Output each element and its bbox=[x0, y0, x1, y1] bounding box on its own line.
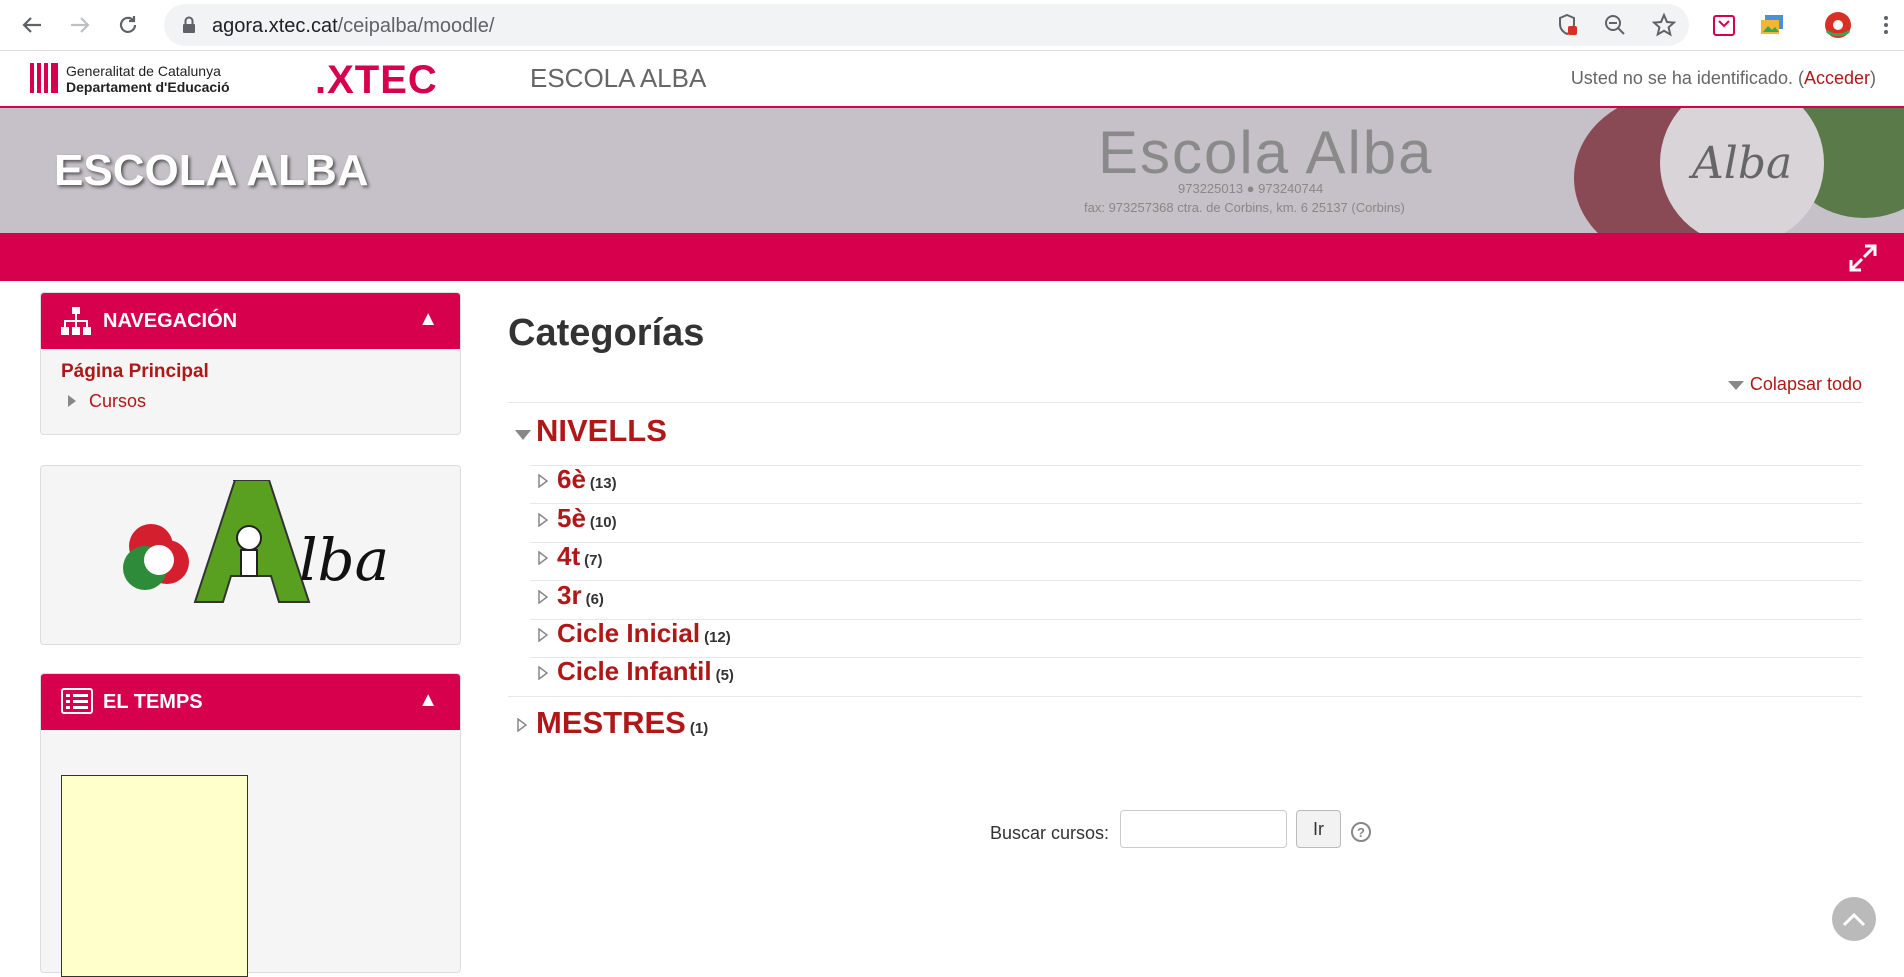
subcategory-expand-icon[interactable] bbox=[538, 473, 549, 493]
browser-toolbar: agora.xtec.cat/ceipalba/moodle/ bbox=[0, 0, 1904, 51]
subcategory-item[interactable]: Cicle Infantil (5) bbox=[557, 656, 734, 687]
subcategory-item[interactable]: 5è (10) bbox=[557, 503, 617, 534]
list-icon bbox=[61, 688, 93, 719]
chevron-up-icon bbox=[1842, 912, 1866, 927]
url-domain: agora.xtec.cat bbox=[212, 15, 338, 37]
course-count: (5) bbox=[715, 667, 734, 684]
weather-widget bbox=[61, 775, 248, 977]
category-name[interactable]: MESTRES bbox=[536, 705, 686, 740]
bookmark-star-icon[interactable] bbox=[1651, 12, 1677, 42]
subcategory-expand-icon[interactable] bbox=[538, 627, 549, 647]
login-link[interactable]: Acceder bbox=[1804, 68, 1870, 88]
login-close: ) bbox=[1870, 68, 1876, 88]
navigation-header[interactable]: NAVEGACIÓN ▲ bbox=[41, 293, 460, 349]
category-nivells[interactable]: NIVELLS bbox=[536, 413, 667, 449]
collapse-arrow-icon bbox=[1727, 380, 1744, 390]
help-icon[interactable]: ? bbox=[1351, 822, 1371, 842]
subcategory-expand-icon[interactable] bbox=[538, 550, 549, 570]
school-logo-block: lba bbox=[40, 465, 461, 645]
subcategory-item[interactable]: 6è (13) bbox=[557, 464, 617, 495]
gencat-line2: Departament d'Educació bbox=[66, 79, 230, 95]
header-red-bar bbox=[0, 233, 1904, 281]
banner-title: ESCOLA ALBA bbox=[54, 146, 369, 195]
collapse-all-label: Colapsar todo bbox=[1749, 374, 1862, 394]
course-count: (7) bbox=[584, 552, 603, 569]
navigation-toggle-icon[interactable]: ▲ bbox=[418, 308, 438, 331]
divider bbox=[530, 503, 1862, 504]
xtec-logo[interactable]: .XTEC bbox=[315, 58, 438, 103]
category-mestres[interactable]: MESTRES (1) bbox=[536, 705, 708, 741]
subcategory-expand-icon[interactable] bbox=[538, 665, 549, 685]
subcategory-expand-icon[interactable] bbox=[538, 512, 549, 532]
zoom-out-icon[interactable] bbox=[1604, 14, 1626, 41]
sitemap-icon bbox=[61, 307, 91, 340]
subcategory-name[interactable]: 4t bbox=[557, 541, 580, 571]
weather-block: EL TEMPS ▲ bbox=[40, 673, 461, 977]
login-info: Usted no se ha identificado. (Acceder) bbox=[1571, 68, 1876, 89]
navigation-title: NAVEGACIÓN bbox=[103, 310, 238, 332]
course-count: (12) bbox=[704, 629, 731, 646]
divider bbox=[508, 696, 1862, 697]
browser-menu-icon[interactable] bbox=[1872, 11, 1900, 39]
url-text: agora.xtec.cat/ceipalba/moodle/ bbox=[212, 15, 494, 38]
forward-icon[interactable] bbox=[66, 11, 94, 39]
divider bbox=[530, 465, 1862, 466]
subcategory-item[interactable]: 3r (6) bbox=[557, 580, 604, 611]
profile-avatar-icon[interactable] bbox=[1824, 11, 1852, 39]
course-search-input[interactable] bbox=[1120, 810, 1287, 848]
login-text: Usted no se ha identificado. ( bbox=[1570, 68, 1804, 88]
divider bbox=[508, 402, 1862, 403]
collapse-all-link[interactable]: Colapsar todo bbox=[1727, 374, 1862, 395]
weather-title: EL TEMPS bbox=[103, 691, 203, 713]
extension-photos-icon[interactable] bbox=[1758, 11, 1786, 39]
weather-toggle-icon[interactable]: ▲ bbox=[418, 689, 438, 712]
banner-phone: 973225013 ● 973240744 bbox=[1178, 181, 1324, 196]
back-icon[interactable] bbox=[18, 11, 46, 39]
courses-expand-icon[interactable] bbox=[67, 394, 77, 413]
fullscreen-expand-icon[interactable] bbox=[1848, 243, 1878, 278]
divider bbox=[530, 542, 1862, 543]
back-to-top-button[interactable] bbox=[1832, 897, 1876, 941]
course-count: (13) bbox=[589, 475, 617, 492]
alba-logo-text: lba bbox=[299, 526, 390, 594]
tracking-blocked-icon[interactable] bbox=[1558, 13, 1578, 41]
lock-icon bbox=[182, 16, 196, 39]
subcategory-item[interactable]: 4t (7) bbox=[557, 541, 602, 572]
subcategory-name[interactable]: Cicle Infantil bbox=[557, 656, 712, 686]
subcategory-name[interactable]: 6è bbox=[557, 464, 586, 494]
category-name[interactable]: NIVELLS bbox=[536, 413, 667, 448]
banner-address: fax: 973257368 ctra. de Corbins, km. 6 2… bbox=[1084, 200, 1405, 215]
weather-header[interactable]: EL TEMPS ▲ bbox=[41, 674, 460, 730]
gencat-shield-icon bbox=[30, 63, 58, 93]
reload-icon[interactable] bbox=[114, 11, 142, 39]
gencat-logo[interactable]: Generalitat de Catalunya Departament d'E… bbox=[30, 63, 260, 97]
url-path: /ceipalba/moodle/ bbox=[337, 15, 495, 37]
address-bar[interactable]: agora.xtec.cat/ceipalba/moodle/ bbox=[164, 4, 1689, 46]
nav-courses-link[interactable]: Cursos bbox=[89, 391, 146, 412]
banner-badge-text: Alba bbox=[1692, 138, 1793, 189]
course-count: (1) bbox=[689, 720, 709, 737]
search-label: Buscar cursos: bbox=[990, 823, 1110, 843]
course-count: (10) bbox=[589, 514, 617, 531]
category-expanded-icon[interactable] bbox=[515, 427, 531, 445]
subcategory-name[interactable]: 3r bbox=[557, 580, 582, 610]
subcategory-name[interactable]: 5è bbox=[557, 503, 586, 533]
subcategory-expand-icon[interactable] bbox=[538, 589, 549, 609]
site-name[interactable]: ESCOLA ALBA bbox=[530, 63, 706, 94]
extension-save-icon[interactable] bbox=[1710, 11, 1738, 39]
category-collapsed-icon[interactable] bbox=[517, 717, 528, 737]
divider bbox=[530, 580, 1862, 581]
subcategory-item[interactable]: Cicle Inicial (12) bbox=[557, 618, 731, 649]
banner-logo-text: Escola Alba bbox=[1098, 119, 1434, 186]
subcategory-name[interactable]: Cicle Inicial bbox=[557, 618, 700, 648]
site-banner: ESCOLA ALBA Escola Alba 973225013 ● 9732… bbox=[0, 108, 1904, 233]
nav-home-link[interactable]: Página Principal bbox=[61, 361, 209, 383]
navigation-block: NAVEGACIÓN ▲ Página Principal Cursos bbox=[40, 292, 461, 435]
gencat-line1: Generalitat de Catalunya bbox=[66, 63, 221, 79]
page-title: Categorías bbox=[508, 312, 705, 354]
course-count: (6) bbox=[585, 591, 604, 608]
search-go-button[interactable]: Ir bbox=[1296, 810, 1341, 848]
